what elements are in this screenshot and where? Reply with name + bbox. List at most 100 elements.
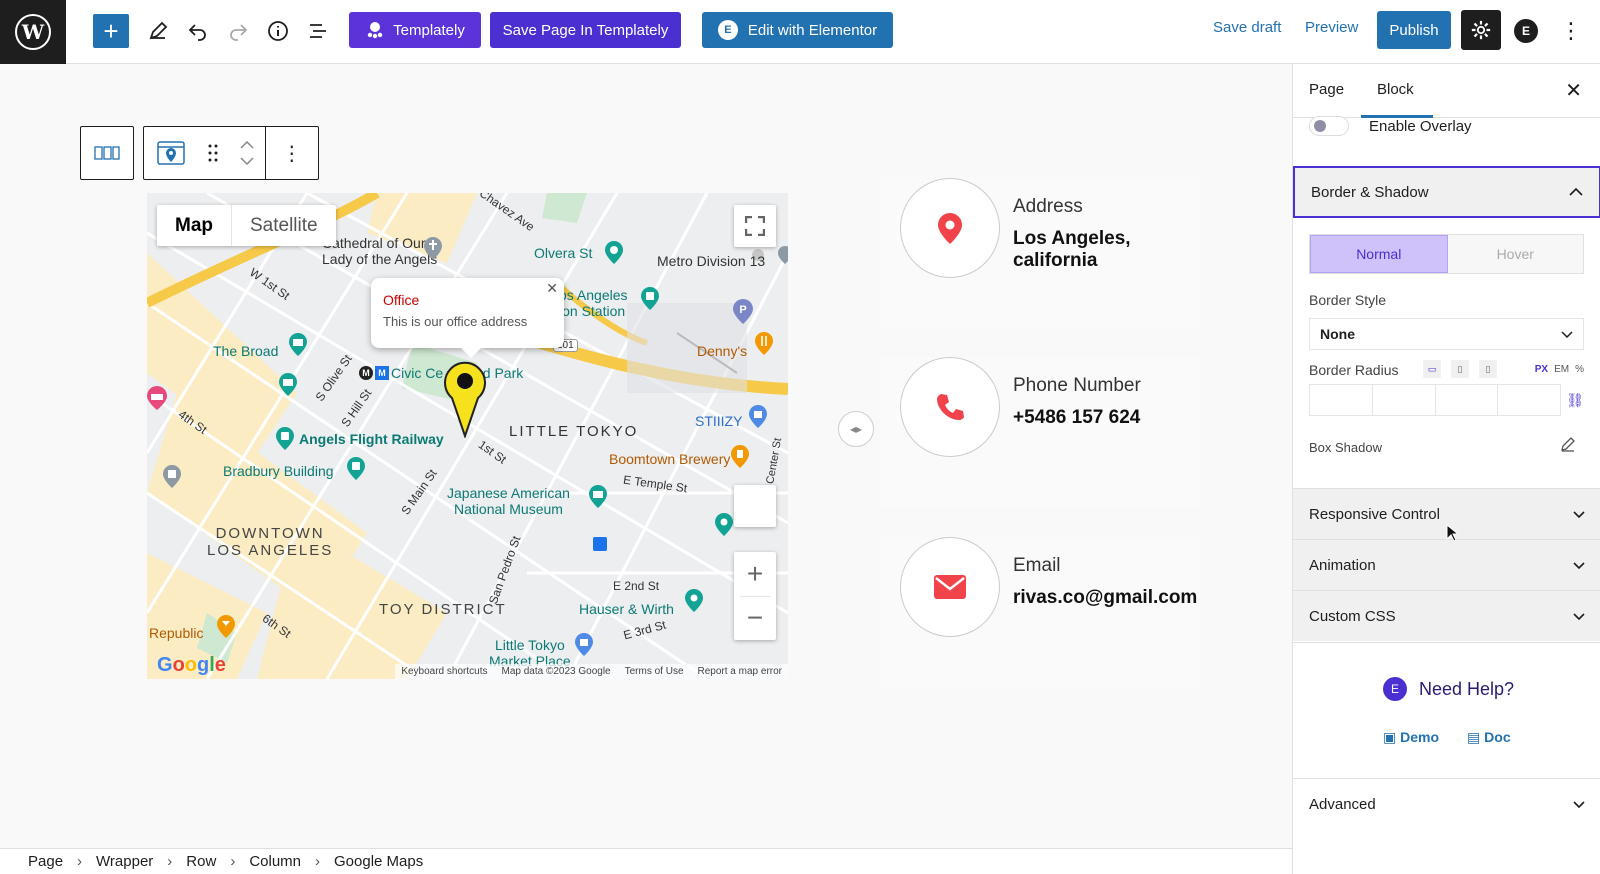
contact-label: Email [1013, 555, 1061, 576]
radius-top-input[interactable] [1310, 385, 1373, 415]
church-marker-icon[interactable] [422, 235, 444, 261]
need-help-section: E Need Help? ▣ Demo ▤ Doc [1293, 642, 1600, 778]
tab-block[interactable]: Block [1377, 81, 1414, 98]
breadcrumb-item-google-maps[interactable]: Google Maps [334, 853, 423, 870]
map-type-satellite-button[interactable]: Satellite [232, 205, 336, 246]
radius-right-input[interactable] [1373, 385, 1436, 415]
brewery-marker-icon[interactable] [729, 443, 751, 469]
device-switcher: ▭ ▯ ▯ [1423, 360, 1497, 378]
border-style-select[interactable]: None [1309, 318, 1584, 350]
breadcrumb-item-wrapper[interactable]: Wrapper [96, 853, 153, 870]
terms-of-use-link[interactable]: Terms of Use [625, 666, 684, 677]
drag-handle[interactable] [197, 127, 229, 179]
hotel-marker-icon[interactable] [147, 385, 169, 411]
attraction-marker-icon[interactable] [603, 239, 625, 265]
block-type-button[interactable] [144, 127, 197, 179]
parking-marker-icon[interactable]: P [731, 297, 755, 325]
edit-with-elementor-button[interactable]: E Edit with Elementor [702, 12, 893, 48]
desktop-icon[interactable]: ▭ [1423, 360, 1441, 378]
enable-overlay-toggle[interactable] [1309, 116, 1349, 136]
chevron-up-icon[interactable] [240, 141, 254, 149]
train-station-marker-icon[interactable] [639, 285, 661, 311]
unit-px[interactable]: PX [1535, 364, 1548, 375]
unit-em[interactable]: EM [1554, 364, 1569, 375]
shopping-marker-icon[interactable] [573, 631, 595, 657]
demo-link[interactable]: ▣ Demo [1383, 729, 1439, 746]
breadcrumb-item-row[interactable]: Row [186, 853, 216, 870]
state-tab-normal[interactable]: Normal [1310, 235, 1448, 273]
panel-advanced[interactable]: Advanced [1293, 778, 1600, 830]
report-map-error-link[interactable]: Report a map error [698, 666, 782, 677]
info-window-close-icon[interactable]: ✕ [546, 280, 558, 297]
publish-button[interactable]: Publish [1377, 11, 1451, 49]
chevron-down-icon[interactable] [240, 157, 254, 165]
tab-page[interactable]: Page [1309, 81, 1344, 98]
list-view-button[interactable] [300, 14, 336, 48]
settings-button[interactable] [1461, 10, 1501, 50]
zoom-out-button[interactable]: − [734, 596, 776, 640]
contact-value: Los Angeles, california [1013, 228, 1131, 271]
map-type-control: Map Satellite [157, 205, 336, 246]
panel-border-shadow[interactable]: Border & Shadow [1293, 166, 1600, 218]
edit-tool-button[interactable] [140, 14, 176, 48]
bar-marker-icon[interactable] [215, 613, 237, 639]
restaurant-marker-icon[interactable] [753, 330, 775, 356]
google-map[interactable]: Cathedral of Our Lady of the Angels Olve… [147, 193, 788, 679]
link-icon[interactable]: ⛓ [1566, 392, 1584, 409]
landmark-marker-icon[interactable] [345, 455, 367, 481]
state-tab-hover[interactable]: Hover [1447, 235, 1583, 273]
chevron-down-icon [1561, 330, 1573, 338]
map-label-the-broad: The Broad [213, 343, 279, 359]
museum-marker-icon-3[interactable] [587, 483, 609, 509]
street-view-pegman[interactable] [734, 485, 776, 527]
unit-percent[interactable]: % [1575, 364, 1584, 375]
drag-dots-icon [208, 144, 218, 162]
save-draft-button[interactable]: Save draft [1213, 19, 1281, 36]
column-resize-handle[interactable]: ◂▸ [838, 411, 874, 447]
pencil-icon[interactable] [1560, 436, 1576, 452]
panel-animation[interactable]: Animation [1293, 539, 1600, 590]
panel-custom-css[interactable]: Custom CSS [1293, 590, 1600, 641]
breadcrumb-item-page[interactable]: Page [28, 853, 63, 870]
tourist-marker-icon[interactable] [713, 511, 735, 537]
details-button[interactable] [260, 14, 296, 48]
preview-button[interactable]: Preview [1305, 19, 1358, 36]
border-radius-label: Border Radius [1309, 362, 1399, 378]
undo-button[interactable] [180, 14, 216, 48]
shop-marker-icon[interactable] [747, 403, 769, 429]
office-map-marker-icon[interactable] [442, 358, 488, 438]
library-marker-icon[interactable] [161, 463, 183, 489]
close-icon[interactable]: ✕ [1565, 78, 1582, 103]
save-page-in-templately-button[interactable]: Save Page In Templately [490, 12, 681, 48]
options-button[interactable]: ⋮ [1556, 14, 1586, 48]
doc-link[interactable]: ▤ Doc [1467, 729, 1511, 746]
map-type-map-button[interactable]: Map [157, 205, 232, 246]
museum-marker-icon[interactable] [287, 331, 309, 357]
map-label-cathedral: Cathedral of Our [322, 235, 426, 251]
gallery-marker-icon[interactable] [683, 587, 705, 613]
map-label-republic: Republic [149, 625, 204, 641]
essential-blocks-button[interactable]: E [1509, 14, 1543, 48]
doc-label: Doc [1484, 729, 1511, 745]
move-arrows [229, 127, 265, 179]
mobile-icon[interactable]: ▯ [1479, 360, 1497, 378]
add-block-button[interactable]: + [93, 14, 129, 48]
map-label-metro: Metro Division 13 [657, 253, 766, 269]
radius-bottom-input[interactable] [1436, 385, 1499, 415]
wordpress-logo-button[interactable]: W [0, 0, 66, 64]
templately-button[interactable]: Templately [349, 12, 481, 48]
zoom-in-button[interactable]: + [734, 552, 776, 596]
contact-item-address: Address Los Angeles, california [880, 178, 1200, 328]
radius-left-input[interactable] [1498, 385, 1560, 415]
redo-button[interactable] [220, 14, 256, 48]
layout-switcher-button[interactable] [80, 126, 134, 180]
keyboard-shortcuts-link[interactable]: Keyboard shortcuts [401, 666, 487, 677]
tablet-icon[interactable]: ▯ [1451, 360, 1469, 378]
museum-marker-icon-2[interactable] [277, 371, 299, 397]
resize-arrows-icon: ◂▸ [849, 422, 863, 436]
fullscreen-button[interactable] [734, 205, 776, 247]
railway-marker-icon[interactable] [274, 425, 296, 451]
map-label-downtown1: DOWNTOWN [215, 525, 325, 542]
block-options-button[interactable]: ⋮ [266, 127, 318, 179]
breadcrumb-item-column[interactable]: Column [249, 853, 301, 870]
